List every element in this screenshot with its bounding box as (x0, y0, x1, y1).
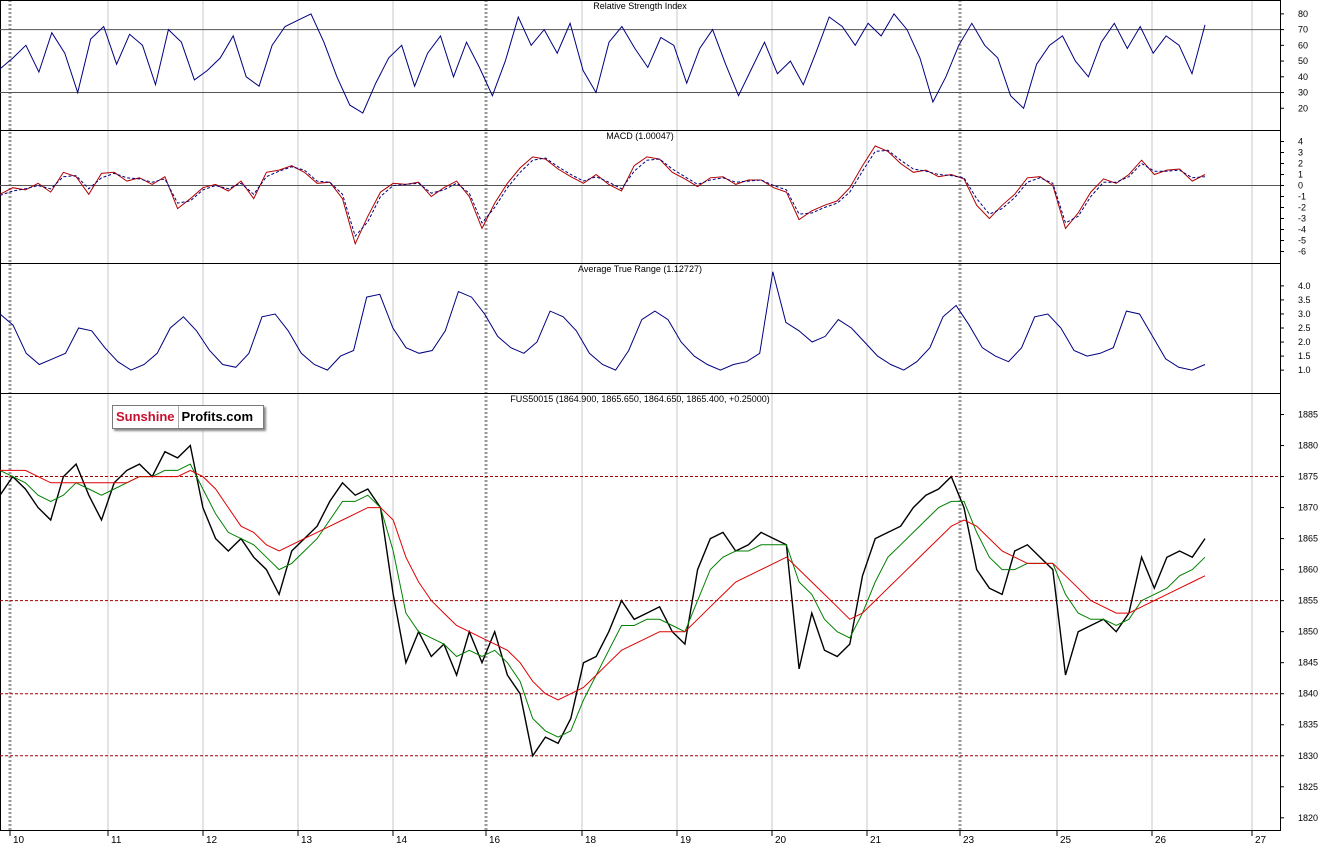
price-series-3-line (0, 469, 1206, 701)
y-tick-label: 2 (1298, 159, 1303, 169)
y-tick-label: 30 (1298, 88, 1308, 98)
atr-panel: 1.0 1.5 2.0 2.5 3.0 3.5 4.0 Average True Range … (0, 263, 1311, 394)
y-tick-label: 1.5 (1298, 351, 1311, 361)
y-tick-label: -1 (1298, 192, 1306, 202)
rsi-series-1-line (0, 13, 1206, 114)
y-tick-label: 50 (1298, 56, 1308, 66)
macd-panel: 43210-1-2-3-4-5-6 MACD (1.00047) (0, 130, 1306, 264)
macd-series-2-line (0, 149, 1206, 238)
x-tick-label: 25 (1060, 835, 1072, 844)
macd-title: MACD (1.00047) (606, 131, 674, 141)
atr-series-1-line (0, 271, 1206, 371)
panel-frame (0, 263, 1281, 394)
y-tick-label: 1870 (1298, 503, 1318, 513)
y-tick-label: 1875 (1298, 472, 1318, 482)
y-tick-label: 2.5 (1298, 323, 1311, 333)
x-tick-label: 16 (489, 835, 501, 844)
sunshine-profits-logo: Sunshine Profits.com (112, 405, 265, 429)
y-tick-label: 1830 (1298, 751, 1318, 761)
y-tick-label: 0 (1298, 181, 1303, 191)
x-tick-label: 11 (111, 835, 122, 844)
y-tick-label: 1840 (1298, 689, 1318, 699)
x-tick-label: 12 (206, 835, 218, 844)
y-tick-label: -6 (1298, 247, 1306, 257)
y-tick-label: 1 (1298, 170, 1303, 180)
y-tick-label: 3 (1298, 148, 1303, 158)
x-tick-label: 20 (775, 835, 787, 844)
y-tick-label: 1860 (1298, 565, 1318, 575)
y-tick-label: 1880 (1298, 441, 1318, 451)
panel-frame (0, 0, 1281, 131)
rsi-title: Relative Strength Index (593, 1, 687, 11)
y-tick-label: 40 (1298, 72, 1308, 82)
y-tick-label: 1865 (1298, 534, 1318, 544)
x-tick-label: 19 (680, 835, 692, 844)
logo-sunshine: Sunshine (113, 406, 178, 428)
y-tick-label: 1885 (1298, 410, 1318, 420)
y-tick-label: -2 (1298, 203, 1306, 213)
price-title: FUS50015 (1864.900, 1865.650, 1864.650, … (510, 394, 769, 404)
y-tick-label: 1835 (1298, 720, 1318, 730)
y-tick-label: 1855 (1298, 596, 1318, 606)
y-tick-label: 3.5 (1298, 295, 1311, 305)
y-tick-label: 1845 (1298, 658, 1318, 668)
y-tick-label: 2.0 (1298, 337, 1311, 347)
rsi-panel: 20 30 40 50 60 70 80 Relative Strength Index (0, 0, 1308, 131)
y-tick-label: 4 (1298, 137, 1303, 147)
x-tick-label: 27 (1255, 835, 1267, 844)
x-tick-label: 13 (301, 835, 313, 844)
x-tick-label: 10 (13, 835, 25, 844)
y-tick-label: 1850 (1298, 627, 1318, 637)
macd-series-1-line (0, 145, 1206, 246)
y-tick-label: -4 (1298, 225, 1306, 235)
x-tick-label: 23 (963, 835, 975, 844)
y-tick-label: -5 (1298, 236, 1306, 246)
x-tick-label: 14 (396, 835, 408, 844)
x-tick-label: 18 (585, 835, 597, 844)
y-tick-label: 60 (1298, 40, 1308, 50)
x-tick-label: 21 (870, 835, 882, 844)
y-tick-label: 1.0 (1298, 365, 1311, 375)
y-tick-label: 3.0 (1298, 309, 1311, 319)
y-tick-label: -3 (1298, 214, 1306, 224)
y-tick-label: 70 (1298, 25, 1308, 35)
y-tick-label: 80 (1298, 9, 1308, 19)
x-tick-label: 26 (1155, 835, 1167, 844)
price-panel: 1820 1825 1830 1835 1840 1845 1850 1855 1860 1865… (0, 393, 1318, 831)
y-tick-label: 1825 (1298, 782, 1318, 792)
logo-profits: Profits.com (177, 406, 264, 428)
y-tick-label: 20 (1298, 103, 1308, 113)
atr-title: Average True Range (1.12727) (578, 264, 702, 274)
y-tick-label: 4.0 (1298, 281, 1311, 291)
y-tick-label: 1820 (1298, 813, 1318, 823)
